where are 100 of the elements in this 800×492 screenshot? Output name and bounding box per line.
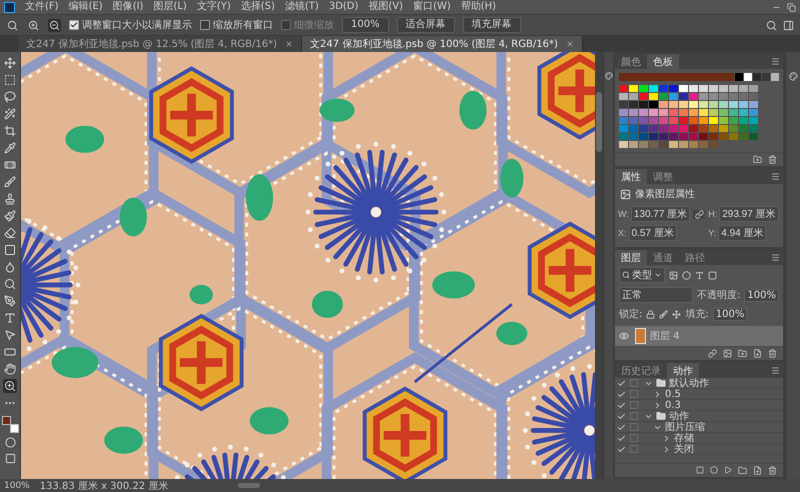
recent-color-swatch[interactable]	[744, 73, 752, 81]
color-swatch[interactable]	[679, 117, 688, 124]
document-tab[interactable]: 文247 保加利亚地毯.psb @ 12.5% (图层 4, RGB/16*)	[18, 36, 302, 52]
zoom-icon[interactable]	[4, 380, 16, 392]
color-swatch[interactable]	[689, 109, 698, 116]
color-swatch[interactable]	[679, 141, 688, 148]
color-swatch[interactable]	[639, 133, 648, 140]
stamp-icon[interactable]	[4, 193, 16, 205]
action-name[interactable]: 存储	[674, 431, 694, 445]
color-swatch[interactable]	[659, 109, 668, 116]
color-swatch[interactable]	[619, 141, 628, 148]
chevron-icon[interactable]	[662, 444, 671, 454]
move-icon[interactable]	[672, 310, 682, 318]
color-swatch[interactable]	[659, 85, 668, 92]
color-swatch[interactable]	[709, 133, 718, 140]
link-icon[interactable]	[708, 349, 717, 358]
menu-item[interactable]: 帮助(H)	[460, 1, 496, 13]
menu-item[interactable]: 3D(D)	[328, 1, 358, 13]
color-swatch[interactable]	[619, 93, 628, 100]
color-swatch[interactable]	[669, 109, 678, 116]
color-swatch[interactable]	[749, 85, 758, 92]
link-icon[interactable]	[693, 210, 706, 218]
menu-item[interactable]: 图层(L)	[153, 1, 187, 13]
panel-tab[interactable]: 属性	[615, 169, 647, 184]
lock-icon[interactable]	[646, 310, 656, 318]
magic-wand-icon[interactable]	[4, 108, 16, 120]
color-swatch[interactable]	[689, 141, 698, 148]
color-swatch[interactable]	[639, 101, 648, 108]
new-action-icon[interactable]	[753, 466, 762, 475]
color-swatch[interactable]	[659, 101, 668, 108]
color-swatch[interactable]	[639, 125, 648, 132]
color-swatch[interactable]	[659, 125, 668, 132]
color-swatch[interactable]	[639, 109, 648, 116]
crop-icon[interactable]	[4, 125, 16, 137]
panel-tab[interactable]: 路径	[679, 250, 711, 265]
color-swatch[interactable]	[699, 141, 708, 148]
color-swatch[interactable]	[679, 85, 688, 92]
menu-item[interactable]: 视图(V)	[368, 1, 404, 13]
color-swatch[interactable]	[639, 93, 648, 100]
menu-icon[interactable]	[771, 253, 780, 262]
color-swatch[interactable]	[669, 93, 678, 100]
color-swatch[interactable]	[719, 93, 728, 100]
color-swatch[interactable]	[699, 125, 708, 132]
color-swatch[interactable]	[699, 85, 708, 92]
color-swatch[interactable]	[739, 85, 748, 92]
menu-item[interactable]: 滤镜(T)	[284, 1, 319, 13]
color-swatch[interactable]	[659, 141, 668, 148]
color-swatch[interactable]	[709, 141, 718, 148]
color-swatch[interactable]	[619, 117, 628, 124]
color-swatch[interactable]	[719, 101, 728, 108]
color-swatch[interactable]	[729, 93, 738, 100]
color-swatch[interactable]	[619, 109, 628, 116]
color-swatch[interactable]	[749, 101, 758, 108]
hand-icon[interactable]	[4, 363, 16, 375]
type-icon[interactable]	[4, 312, 16, 324]
zoom-tool-icon[interactable]	[6, 18, 19, 32]
color-swatch[interactable]	[699, 109, 708, 116]
option-button[interactable]: 100%	[342, 17, 389, 33]
color-swatch[interactable]	[669, 85, 678, 92]
color-swatch[interactable]	[619, 85, 628, 92]
color-swatch[interactable]	[699, 133, 708, 140]
color-swatch[interactable]	[729, 101, 738, 108]
color-swatch[interactable]	[719, 117, 728, 124]
color-swatch[interactable]	[689, 117, 698, 124]
menu-item[interactable]: 文字(Y)	[196, 1, 231, 13]
action-name[interactable]: 0.3	[665, 400, 681, 410]
layer-row[interactable]: 图层 4	[615, 326, 783, 346]
opacity-field[interactable]: 100%	[744, 288, 779, 302]
color-swatch[interactable]	[629, 85, 638, 92]
color-swatch[interactable]	[679, 93, 688, 100]
color-swatch[interactable]	[629, 101, 638, 108]
color-swatch[interactable]	[649, 109, 658, 116]
search-icon[interactable]	[766, 20, 777, 30]
color-swatch[interactable]	[699, 117, 708, 124]
shape-filter-icon[interactable]	[708, 270, 717, 280]
eye-icon[interactable]	[619, 331, 629, 341]
recent-color-swatch[interactable]	[762, 73, 770, 81]
color-swatch[interactable]	[669, 133, 678, 140]
color-swatch[interactable]	[629, 141, 638, 148]
value-field[interactable]: 130.77 厘米	[630, 206, 690, 222]
color-swatch[interactable]	[689, 133, 698, 140]
color-swatch[interactable]	[669, 117, 678, 124]
trash-icon[interactable]	[768, 466, 777, 475]
menu-item[interactable]: 窗口(W)	[413, 1, 451, 13]
color-swatch[interactable]	[729, 133, 738, 140]
record-icon[interactable]	[710, 466, 718, 474]
color-swatch[interactable]	[719, 85, 728, 92]
color-swatch[interactable]	[649, 101, 658, 108]
color-swatch[interactable]	[619, 133, 628, 140]
color-swatch[interactable]	[629, 125, 638, 132]
color-swatch[interactable]	[649, 141, 658, 148]
color-swatch[interactable]	[659, 133, 668, 140]
color-swatch[interactable]	[639, 117, 648, 124]
menu-item[interactable]: 文件(F)	[25, 1, 59, 13]
adjustment-filter-icon[interactable]	[682, 270, 691, 280]
color-swatch[interactable]	[749, 125, 758, 132]
color-swatch[interactable]	[649, 117, 658, 124]
color-swatch[interactable]	[709, 101, 718, 108]
color-swatch[interactable]	[719, 125, 728, 132]
color-swatch[interactable]	[649, 125, 658, 132]
